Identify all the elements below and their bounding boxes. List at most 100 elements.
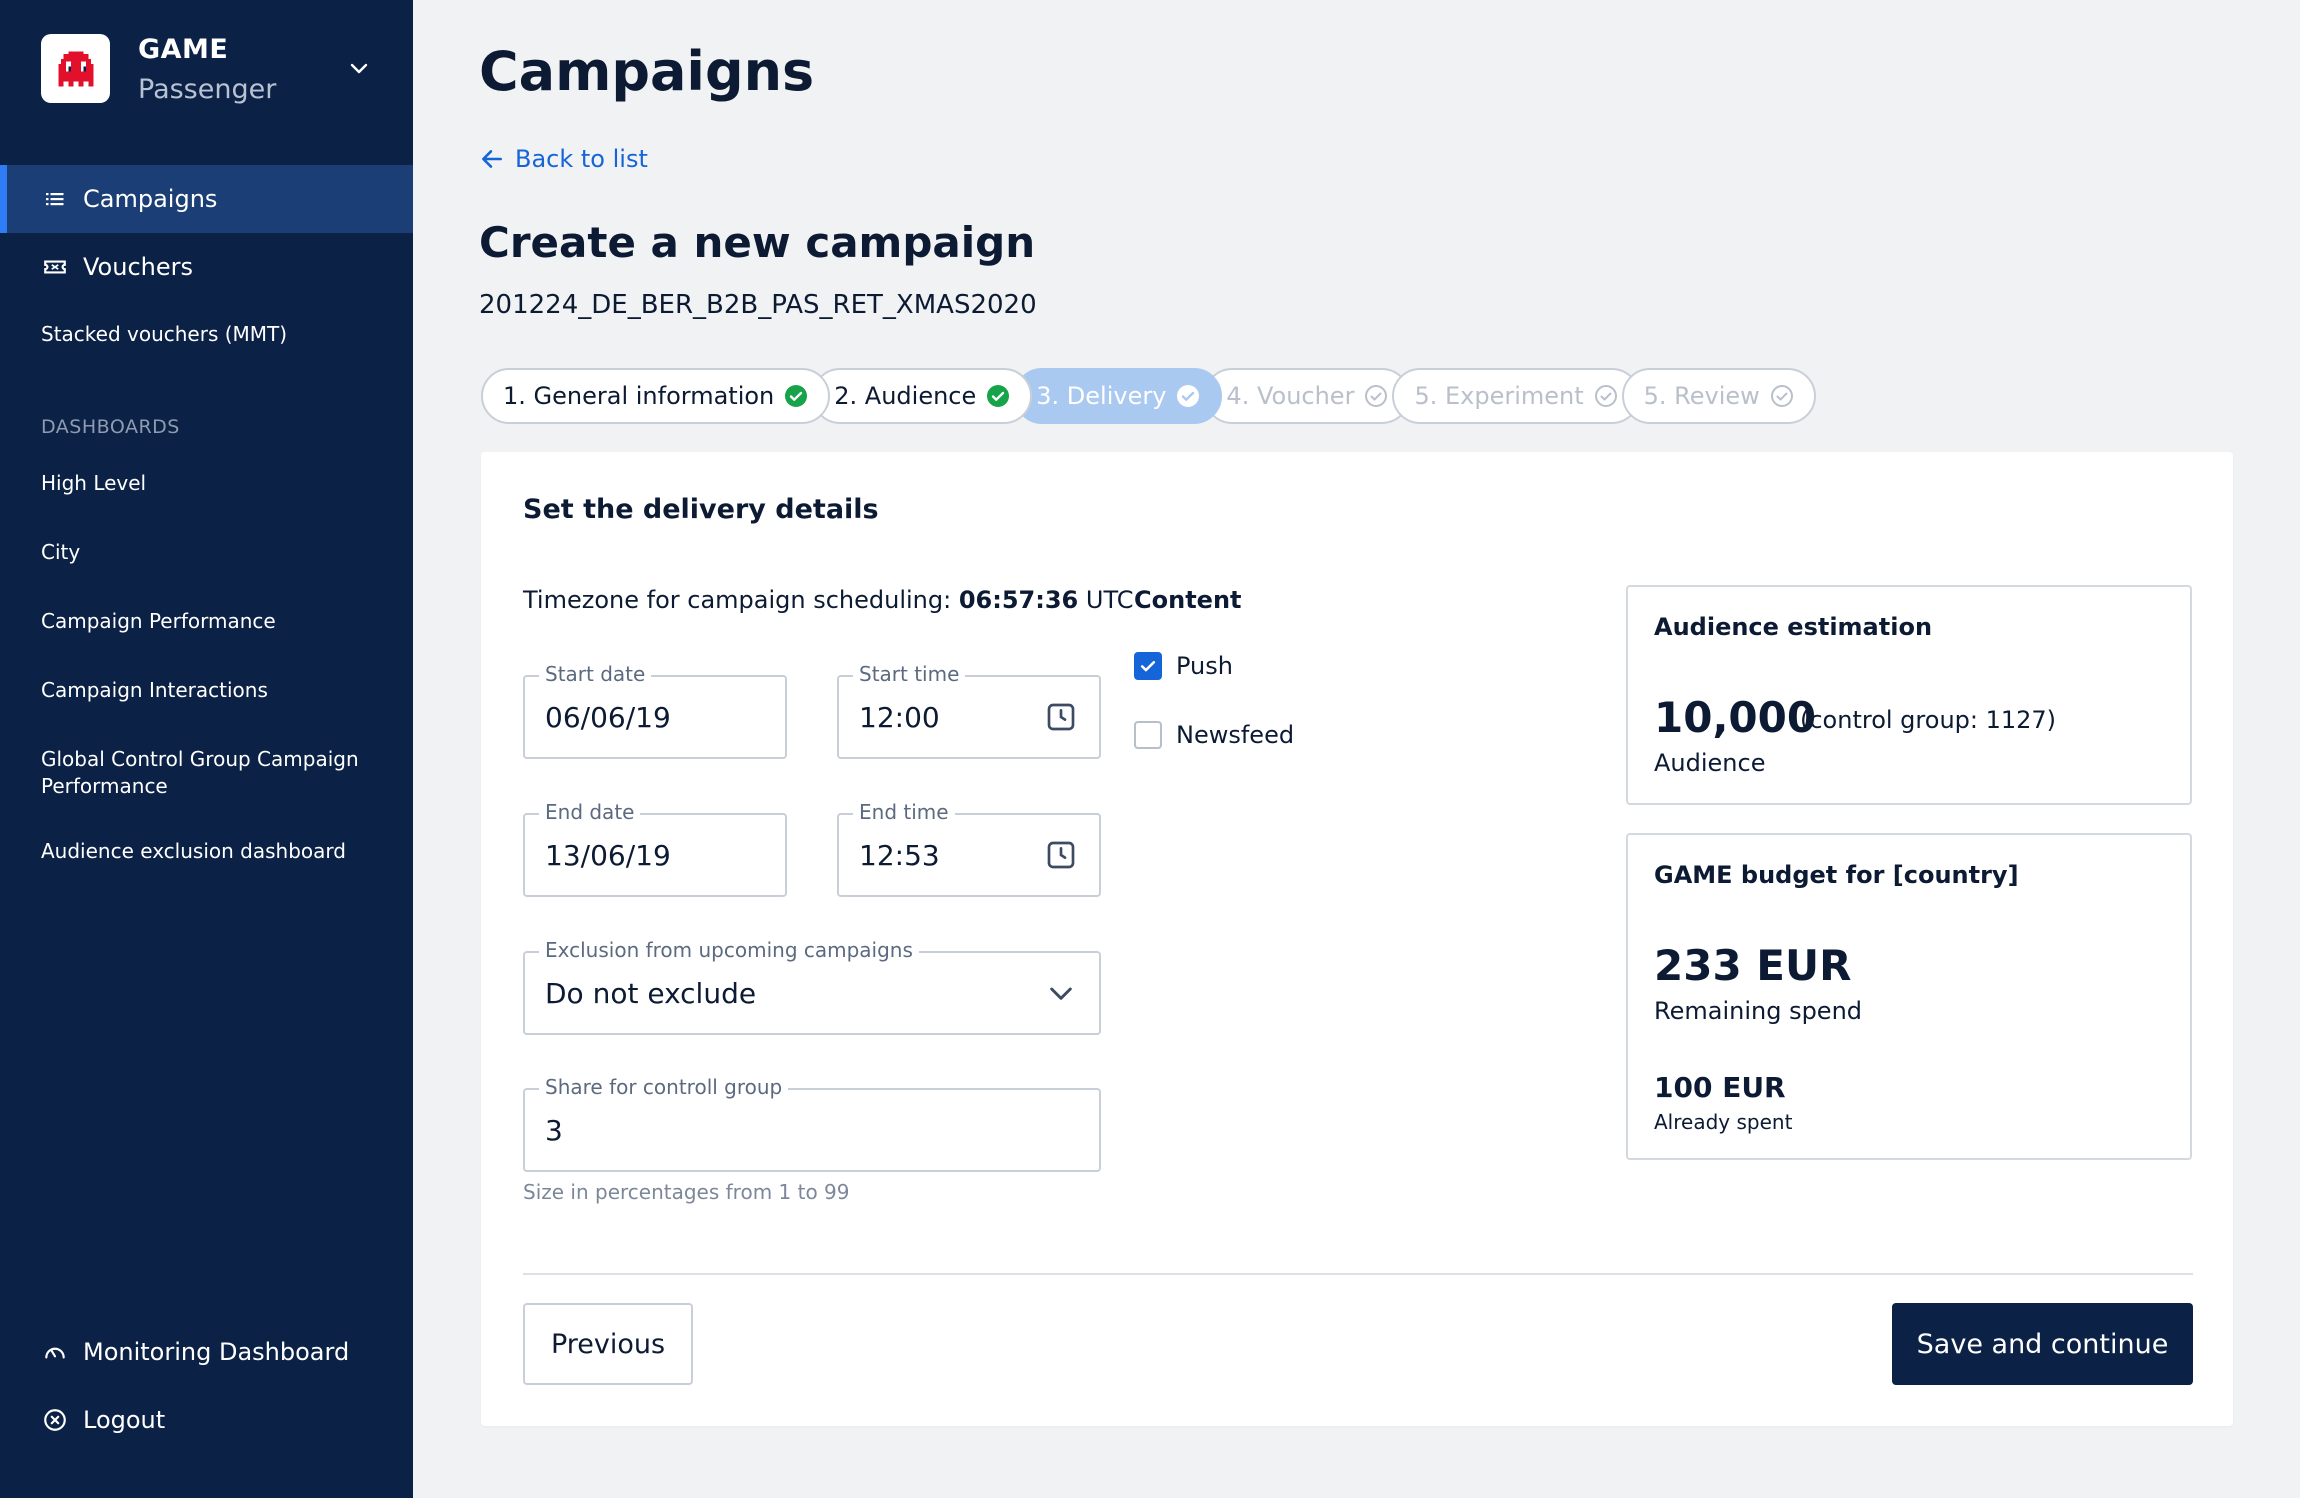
start-time-field[interactable]: Start time 12:00 [837, 662, 1101, 759]
end-time-value: 12:53 [859, 839, 940, 872]
dashboard-link-city[interactable]: City [41, 539, 381, 566]
end-time-label: End time [853, 800, 955, 824]
audience-title: Audience estimation [1654, 613, 1933, 641]
timezone-suffix: UTC [1085, 586, 1134, 614]
step-delivery[interactable]: 3. Delivery [1014, 368, 1223, 424]
check-icon [1140, 661, 1156, 672]
step-label: 5. Review [1643, 382, 1760, 410]
clock-icon[interactable] [1045, 839, 1077, 871]
end-date-value: 13/06/19 [545, 839, 671, 872]
start-date-label: Start date [539, 662, 652, 686]
card-title: Set the delivery details [523, 494, 879, 525]
nav-item-stacked-vouchers[interactable]: Stacked vouchers (MMT) [41, 322, 287, 346]
brand-switcher[interactable]: GAME Passenger [41, 34, 371, 105]
dashboards-heading: DASHBOARDS [41, 416, 180, 438]
share-label: Share for controll group [539, 1075, 789, 1099]
audience-estimation-box: Audience estimation 10,000 (control grou… [1626, 585, 2192, 805]
dashboard-link-campaign-interactions[interactable]: Campaign Interactions [41, 677, 381, 704]
brand-title: GAME [138, 34, 229, 65]
back-to-list-link[interactable]: Back to list [479, 145, 648, 173]
check-circle-icon [1177, 385, 1200, 407]
newsfeed-checkbox[interactable] [1134, 721, 1162, 749]
wizard-stepper: 1. General information 2. Audience 3. De… [481, 368, 1816, 424]
nav-item-logout[interactable]: Logout [0, 1386, 413, 1454]
nav-label: Campaigns [83, 185, 218, 213]
audience-value: 10,000 [1654, 693, 1817, 742]
step-voucher[interactable]: 4. Voucher [1204, 368, 1411, 424]
list-icon [41, 185, 69, 213]
back-to-list-label: Back to list [515, 145, 648, 173]
campaign-code: 201224_DE_BER_B2B_PAS_RET_XMAS2020 [479, 290, 1037, 320]
audience-label: Audience [1654, 749, 1766, 777]
chevron-down-icon [1050, 987, 1072, 1000]
budget-spent-label: Already spent [1654, 1110, 1793, 1134]
check-circle-outline-icon [1365, 385, 1388, 407]
main-nav: Campaigns Vouchers [0, 165, 413, 301]
step-label: 1. General information [503, 382, 775, 410]
budget-remaining-label: Remaining spend [1654, 997, 1863, 1025]
previous-button[interactable]: Previous [523, 1303, 693, 1385]
nav-item-campaigns[interactable]: Campaigns [0, 165, 413, 233]
timezone-prefix: Timezone for campaign scheduling: [523, 586, 952, 614]
push-label: Push [1176, 652, 1233, 680]
section-title: Create a new campaign [479, 218, 1036, 267]
newsfeed-label: Newsfeed [1176, 721, 1295, 749]
ticket-icon [41, 253, 69, 281]
nav-item-monitoring-dashboard[interactable]: Monitoring Dashboard [0, 1318, 413, 1386]
control-group-share-field[interactable]: Share for controll group 3 [523, 1075, 1101, 1172]
clock-icon[interactable] [1045, 701, 1077, 733]
bottom-nav: Monitoring Dashboard Logout [0, 1318, 413, 1454]
step-label: 2. Audience [834, 382, 977, 410]
exclusion-select[interactable]: Exclusion from upcoming campaigns Do not… [523, 938, 1101, 1035]
brand-subtitle: Passenger [138, 74, 277, 105]
sidebar: GAME Passenger Campaigns Vouchers Stacke… [0, 0, 413, 1498]
push-checkbox[interactable] [1134, 652, 1162, 680]
start-date-field[interactable]: Start date 06/06/19 [523, 662, 787, 759]
budget-title: GAME budget for [country] [1654, 861, 2019, 889]
delivery-card: Set the delivery details Timezone for ca… [481, 452, 2233, 1426]
budget-remaining-value: 233 EUR [1654, 941, 1852, 990]
save-and-continue-button[interactable]: Save and continue [1892, 1303, 2193, 1385]
arrow-left-icon [482, 150, 502, 168]
chevron-down-icon[interactable] [347, 56, 371, 80]
push-checkbox-row[interactable]: Push [1134, 652, 1233, 680]
main-content: Campaigns Back to list Create a new camp… [413, 0, 2300, 1498]
end-time-field[interactable]: End time 12:53 [837, 800, 1101, 897]
step-label: 5. Experiment [1414, 382, 1584, 410]
step-review[interactable]: 5. Review [1621, 368, 1816, 424]
budget-box: GAME budget for [country] 233 EUR Remain… [1626, 833, 2192, 1160]
budget-spent-value: 100 EUR [1654, 1071, 1786, 1104]
step-general-information[interactable]: 1. General information [481, 368, 831, 424]
dashboard-link-audience-exclusion[interactable]: Audience exclusion dashboard [41, 838, 381, 865]
content-heading: Content [1134, 586, 1242, 614]
step-experiment[interactable]: 5. Experiment [1392, 368, 1640, 424]
step-label: 4. Voucher [1226, 382, 1355, 410]
nav-item-vouchers[interactable]: Vouchers [0, 233, 413, 301]
gauge-icon [41, 1338, 69, 1366]
brand-logo [41, 34, 110, 103]
page-title: Campaigns [479, 40, 815, 103]
start-time-label: Start time [853, 662, 966, 686]
check-circle-icon [785, 385, 808, 407]
footer-divider [523, 1273, 2193, 1275]
dashboard-link-campaign-performance[interactable]: Campaign Performance [41, 608, 381, 635]
newsfeed-checkbox-row[interactable]: Newsfeed [1134, 721, 1294, 749]
ghost-icon [58, 51, 93, 86]
logout-icon [41, 1406, 69, 1434]
timezone-time: 06:57:36 [958, 586, 1079, 614]
step-audience[interactable]: 2. Audience [812, 368, 1033, 424]
check-circle-outline-icon [1770, 385, 1793, 407]
step-label: 3. Delivery [1036, 382, 1167, 410]
start-date-value: 06/06/19 [545, 701, 671, 734]
dashboard-link-high-level[interactable]: High Level [41, 470, 381, 497]
dashboard-link-global-control-group[interactable]: Global Control Group Campaign Performanc… [41, 746, 381, 800]
end-date-field[interactable]: End date 13/06/19 [523, 800, 787, 897]
nav-label: Monitoring Dashboard [83, 1338, 350, 1366]
check-circle-icon [987, 385, 1010, 407]
dashboards-list: High Level City Campaign Performance Cam… [41, 470, 381, 907]
nav-label: Vouchers [83, 253, 193, 281]
exclusion-value: Do not exclude [545, 977, 757, 1010]
share-value: 3 [545, 1114, 563, 1147]
share-hint: Size in percentages from 1 to 99 [523, 1180, 850, 1204]
exclusion-label: Exclusion from upcoming campaigns [539, 938, 919, 962]
